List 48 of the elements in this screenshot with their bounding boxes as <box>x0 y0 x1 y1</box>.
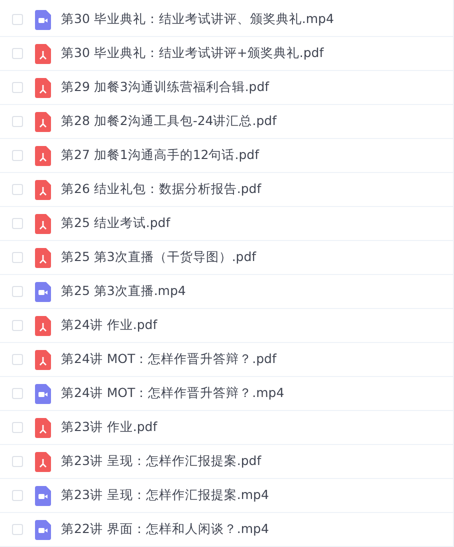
pdf-file-icon <box>35 44 51 64</box>
file-name[interactable]: 第25 第3次直播.mp4 <box>61 282 186 301</box>
file-name[interactable]: 第27 加餐1沟通高手的12句话.pdf <box>61 146 259 165</box>
checkbox[interactable] <box>12 218 23 229</box>
checkbox[interactable] <box>12 184 23 195</box>
checkbox[interactable] <box>12 456 23 467</box>
video-file-icon <box>35 520 51 540</box>
checkbox[interactable] <box>12 422 23 433</box>
checkbox[interactable] <box>12 14 23 25</box>
video-file-icon <box>35 10 51 30</box>
checkbox[interactable] <box>12 82 23 93</box>
file-name[interactable]: 第24讲 作业.pdf <box>61 316 158 335</box>
file-name[interactable]: 第23讲 呈现：怎样作汇报提案.mp4 <box>61 486 269 505</box>
checkbox[interactable] <box>12 116 23 127</box>
file-name[interactable]: 第25 第3次直播（干货导图）.pdf <box>61 248 256 267</box>
file-name[interactable]: 第24讲 MOT：怎样作晋升答辩？.mp4 <box>61 384 284 403</box>
checkbox[interactable] <box>12 320 23 331</box>
checkbox[interactable] <box>12 252 23 263</box>
checkbox[interactable] <box>12 48 23 59</box>
pdf-file-icon <box>35 452 51 472</box>
file-name[interactable]: 第28 加餐2沟通工具包-24讲汇总.pdf <box>61 112 276 131</box>
pdf-file-icon <box>35 78 51 98</box>
pdf-file-icon <box>35 214 51 234</box>
file-name[interactable]: 第30 毕业典礼：结业考试讲评+颁奖典礼.pdf <box>61 44 324 63</box>
checkbox[interactable] <box>12 150 23 161</box>
video-file-icon <box>35 384 51 404</box>
pdf-file-icon <box>35 146 51 166</box>
file-name[interactable]: 第23讲 呈现：怎样作汇报提案.pdf <box>61 452 262 471</box>
file-name[interactable]: 第23讲 作业.pdf <box>61 418 158 437</box>
file-name[interactable]: 第22讲 界面：怎样和人闲谈？.mp4 <box>61 520 269 539</box>
file-name[interactable]: 第25 结业考试.pdf <box>61 214 170 233</box>
file-name[interactable]: 第29 加餐3沟通训练营福利合辑.pdf <box>61 78 270 97</box>
checkbox[interactable] <box>12 286 23 297</box>
checkbox[interactable] <box>12 354 23 365</box>
pdf-file-icon <box>35 248 51 268</box>
file-name[interactable]: 第26 结业礼包：数据分析报告.pdf <box>61 180 262 199</box>
pdf-file-icon <box>35 180 51 200</box>
checkbox[interactable] <box>12 490 23 501</box>
video-file-icon <box>35 282 51 302</box>
file-name[interactable]: 第24讲 MOT：怎样作晋升答辩？.pdf <box>61 350 276 369</box>
video-file-icon <box>35 486 51 506</box>
pdf-file-icon <box>35 350 51 370</box>
pdf-file-icon <box>35 112 51 132</box>
checkbox[interactable] <box>12 388 23 399</box>
pdf-file-icon <box>35 316 51 336</box>
file-name[interactable]: 第30 毕业典礼：结业考试讲评、颁奖典礼.mp4 <box>61 10 334 29</box>
checkbox[interactable] <box>12 524 23 535</box>
pdf-file-icon <box>35 418 51 438</box>
